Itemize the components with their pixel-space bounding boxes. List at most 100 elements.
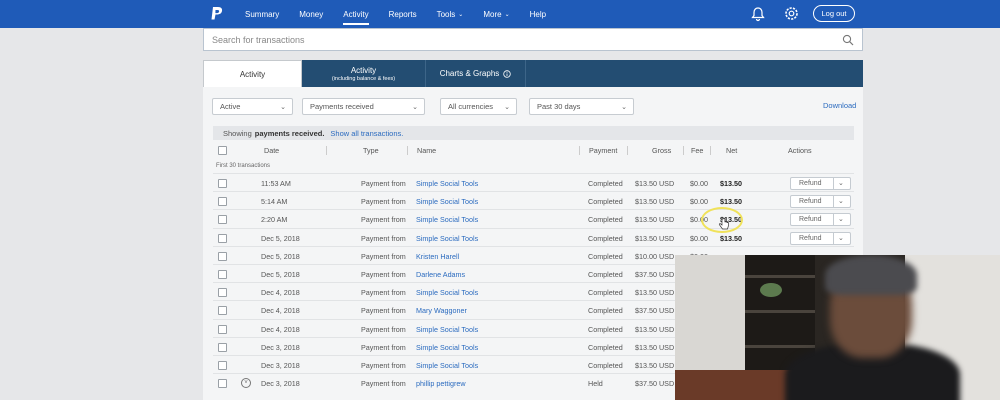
notifications-bell-icon[interactable] <box>751 6 765 22</box>
button-divider <box>833 178 834 189</box>
name-link[interactable]: Simple Social Tools <box>416 361 478 370</box>
search-icon[interactable] <box>842 34 854 46</box>
column-header-type[interactable]: Type <box>363 146 379 155</box>
column-header-actions: Actions <box>788 146 812 155</box>
name-link[interactable]: Simple Social Tools <box>416 197 478 206</box>
expand-row-icon[interactable]: ˅ <box>241 378 251 389</box>
date-cell: Dec 4, 2018 <box>261 324 300 334</box>
date-cell: Dec 3, 2018 <box>261 342 300 352</box>
currency-filter-dropdown[interactable]: All currencies ⌄ <box>440 98 517 115</box>
button-divider <box>833 214 834 226</box>
refund-button[interactable]: Refund ⌄ <box>790 213 851 227</box>
table-row[interactable]: Dec 5, 2018 Payment from Simple Social Too… <box>213 227 854 246</box>
date-cell: Dec 3, 2018 <box>261 361 300 370</box>
chevron-down-icon[interactable]: ⌄ <box>838 234 844 242</box>
status-filter-dropdown[interactable]: Active ⌄ <box>212 98 293 115</box>
gross-cell: $13.50 USD <box>635 361 675 370</box>
nav-item-reports[interactable]: Reports <box>389 0 417 28</box>
dropdown-value: Past 30 days <box>537 102 581 111</box>
transaction-search[interactable]: Search for transactions <box>203 28 863 51</box>
paypal-logo-icon[interactable] <box>210 6 224 22</box>
info-icon <box>503 69 511 78</box>
period-filter-dropdown[interactable]: Past 30 days ⌄ <box>529 98 634 115</box>
table-row[interactable]: 2:20 AM Payment from Simple Social Tools Co… <box>213 209 854 227</box>
column-header-gross[interactable]: Gross <box>652 146 671 155</box>
column-header-net[interactable]: Net <box>726 146 737 155</box>
row-checkbox[interactable] <box>218 361 227 370</box>
tab-charts-graphs[interactable]: Charts & Graphs <box>426 60 526 87</box>
name-link[interactable]: phillip pettigrew <box>416 379 466 388</box>
tab-activity[interactable]: Activity <box>203 60 302 87</box>
chevron-down-icon[interactable]: ⌄ <box>838 215 844 223</box>
fee-cell: $0.00 <box>690 233 708 243</box>
name-link[interactable]: Darlene Adams <box>416 270 465 279</box>
row-checkbox[interactable] <box>218 233 227 243</box>
name-link[interactable]: Simple Social Tools <box>416 325 478 334</box>
webcam-person-cap <box>825 255 917 295</box>
name-link[interactable]: Simple Social Tools <box>416 215 478 224</box>
nav-item-summary[interactable]: Summary <box>245 0 279 28</box>
row-checkbox[interactable] <box>218 288 227 298</box>
activity-tabs: Activity Activity (including balance & f… <box>203 60 863 87</box>
row-checkbox[interactable] <box>218 324 227 334</box>
type-filter-dropdown[interactable]: Payments received ⌄ <box>302 98 425 115</box>
payment-status-cell: Completed <box>588 233 623 243</box>
column-header-name[interactable]: Name <box>417 146 436 155</box>
settings-gear-icon[interactable] <box>783 5 800 22</box>
name-link[interactable]: Simple Social Tools <box>416 179 478 188</box>
table-row[interactable]: 11:53 AM Payment from Simple Social Tools C… <box>213 173 854 191</box>
column-header-date[interactable]: Date <box>264 146 279 155</box>
row-checkbox[interactable] <box>218 179 227 188</box>
gross-cell: $13.50 USD <box>635 324 675 334</box>
tab-activity-balance-fees[interactable]: Activity (including balance & fees) <box>302 60 426 87</box>
row-checkbox[interactable] <box>218 342 227 352</box>
gross-cell: $13.50 USD <box>635 215 675 225</box>
select-all-checkbox[interactable] <box>218 146 227 155</box>
chevron-down-icon[interactable]: ⌄ <box>838 179 844 187</box>
nav-item-label: Money <box>299 9 324 19</box>
show-all-link[interactable]: Show all transactions. <box>330 129 403 138</box>
chevron-down-icon: ⌄ <box>504 104 510 111</box>
chevron-down-icon[interactable]: ⌄ <box>838 197 844 205</box>
row-checkbox[interactable] <box>218 251 227 261</box>
table-row[interactable]: 5:14 AM Payment from Simple Social Tools Co… <box>213 191 854 209</box>
date-cell: Dec 4, 2018 <box>261 306 300 316</box>
column-header-fee[interactable]: Fee <box>691 146 703 155</box>
chevron-down-icon: ⌄ <box>504 11 510 18</box>
search-input[interactable]: Search for transactions <box>212 35 305 45</box>
name-link[interactable]: Simple Social Tools <box>416 234 478 243</box>
row-checkbox[interactable] <box>218 270 227 279</box>
nav-item-label: Summary <box>245 9 280 19</box>
date-cell: 2:20 AM <box>261 215 288 225</box>
nav-item-help[interactable]: Help <box>530 0 546 28</box>
download-link[interactable]: Download <box>823 101 856 110</box>
row-checkbox[interactable] <box>218 306 227 316</box>
name-link[interactable]: Simple Social Tools <box>416 343 478 352</box>
refund-button[interactable]: Refund ⌄ <box>790 177 851 190</box>
nav-item-more[interactable]: More ⌄ <box>483 0 509 28</box>
row-checkbox[interactable] <box>218 379 227 389</box>
dropdown-value: Active <box>220 102 241 111</box>
column-divider <box>407 146 408 155</box>
type-cell: Payment from <box>361 288 406 298</box>
fee-cell: $0.00 <box>690 179 708 188</box>
payment-status-cell: Held <box>588 379 603 389</box>
logout-button[interactable]: Log out <box>813 5 855 22</box>
top-navigation-bar: Summary Money Activity Reports Tools ⌄ More ⌄ He… <box>0 0 1000 28</box>
gross-cell: $13.50 USD <box>635 342 675 352</box>
row-checkbox[interactable] <box>218 215 227 225</box>
column-header-payment[interactable]: Payment <box>589 146 617 155</box>
refund-button[interactable]: Refund ⌄ <box>790 195 851 209</box>
chevron-down-icon: ⌄ <box>280 104 286 111</box>
date-cell: Dec 4, 2018 <box>261 288 300 298</box>
nav-item-label: More <box>483 9 502 19</box>
nav-item-tools[interactable]: Tools ⌄ <box>437 0 464 28</box>
type-cell: Payment from <box>361 197 406 207</box>
name-link[interactable]: Kristen Harell <box>416 252 459 261</box>
refund-button[interactable]: Refund ⌄ <box>790 231 851 245</box>
name-link[interactable]: Simple Social Tools <box>416 288 478 297</box>
row-checkbox[interactable] <box>218 197 227 207</box>
nav-item-activity[interactable]: Activity <box>343 0 369 28</box>
nav-item-money[interactable]: Money <box>299 0 323 28</box>
name-link[interactable]: Mary Waggoner <box>416 306 467 315</box>
